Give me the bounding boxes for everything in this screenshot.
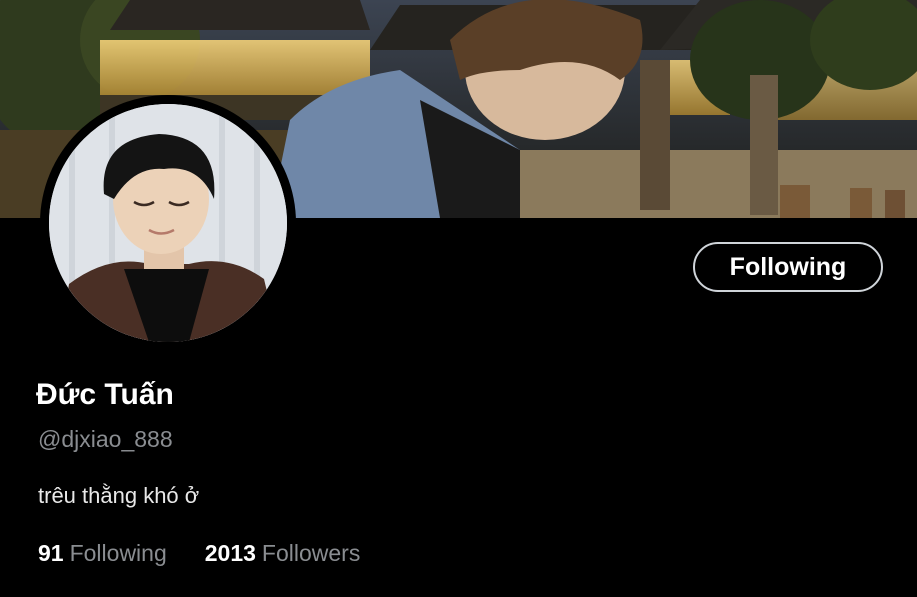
followers-stat[interactable]: 2013 Followers (205, 540, 361, 567)
avatar[interactable] (49, 104, 287, 342)
display-name: Đức Tuấn (36, 378, 174, 411)
following-label: Following (69, 540, 167, 566)
profile-bio: trêu thằng khó ở (38, 483, 200, 508)
following-stat[interactable]: 91 Following (38, 540, 167, 567)
followers-label: Followers (261, 540, 361, 566)
following-count: 91 (38, 540, 64, 566)
user-handle: @djxiao_888 (38, 426, 173, 452)
profile-stats: 91 Following 2013 Followers (38, 540, 398, 567)
following-button[interactable]: Following (693, 242, 883, 292)
followers-count: 2013 (204, 540, 256, 566)
